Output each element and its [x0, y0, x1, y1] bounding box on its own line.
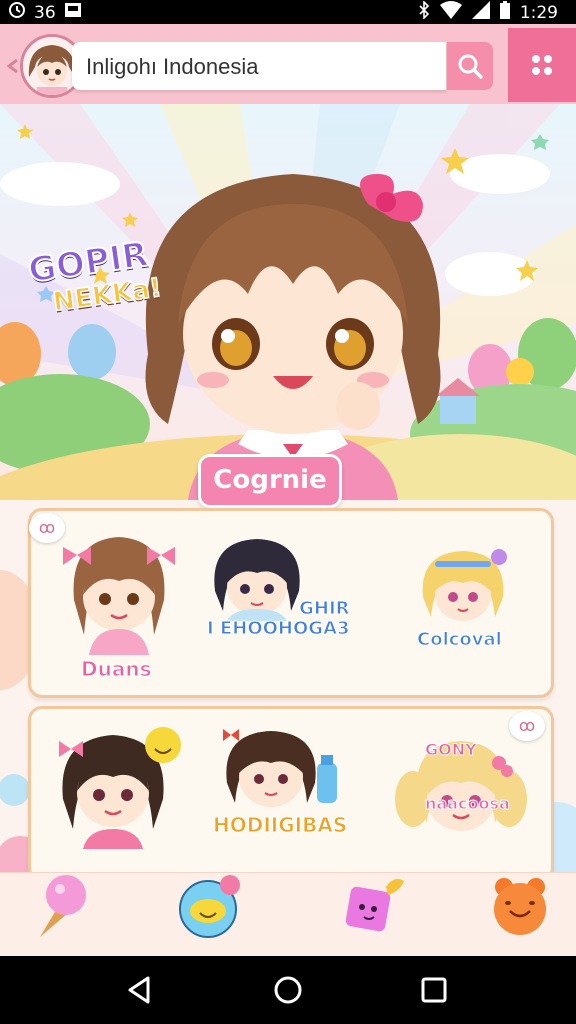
search-input[interactable]: Inligohı Indonesia [72, 42, 446, 90]
search-icon [458, 54, 483, 79]
sticker-girl-pink-bows-image [63, 537, 175, 655]
back-icon[interactable] [124, 974, 156, 1006]
sticker-pack-card[interactable]: ꝏ HODIIGIBAS GONY naacoosa [28, 706, 554, 882]
back-arrow-icon[interactable] [6, 58, 20, 77]
wifi-icon [439, 1, 462, 24]
hero-banner[interactable]: GOPIR NEKKa! [0, 104, 576, 500]
bluetooth-icon [418, 0, 430, 24]
sticker-1[interactable]: Duans [59, 525, 179, 682]
nav-ice-cream[interactable] [28, 873, 94, 943]
search-button[interactable] [447, 42, 493, 90]
bottom-nav [0, 872, 576, 957]
sticker-4[interactable] [53, 719, 183, 853]
alarm-icon [8, 1, 26, 24]
sticker-3-label: Colcoval [417, 629, 503, 651]
chat-bubble-icon [179, 875, 240, 938]
mascot-girl-image [145, 174, 441, 500]
sticker-girl-emoji-image [59, 727, 181, 849]
home-icon[interactable] [272, 974, 304, 1006]
sticker-girl-blonde-image [422, 549, 507, 621]
nav-bubble[interactable] [176, 873, 246, 943]
nav-candy[interactable] [340, 873, 410, 943]
battery-icon [499, 1, 510, 24]
signal-icon [471, 1, 490, 24]
sticker-3[interactable]: Colcoval [413, 547, 513, 651]
candy-icon [345, 879, 404, 932]
recents-icon[interactable] [418, 974, 450, 1006]
menu-grid-button[interactable] [508, 28, 576, 102]
sticker-pack-card[interactable]: ꝏ Duans GHIR I EHOOHOGA3 Colcoval [28, 508, 554, 698]
notification-icon [64, 2, 82, 23]
search-input-value: Inligohı Indonesia [86, 54, 259, 79]
nav-bear[interactable] [490, 873, 560, 943]
sticker-5[interactable]: HODIIGIBAS [212, 723, 348, 838]
status-left-value: 36 [34, 2, 56, 23]
ice-cream-icon [40, 875, 86, 937]
sticker-1-label: Duans [80, 657, 152, 682]
system-nav-bar [0, 956, 576, 1024]
sticker-girl-bottle-image [223, 729, 337, 807]
sticker-2-label: GHIR I EHOOHOGA3 [207, 598, 351, 639]
bear-icon [494, 878, 546, 935]
sticker-6[interactable]: GONY naacoosa [391, 719, 531, 853]
status-bar: 36 1:29 [0, 0, 576, 24]
grid-icon [532, 55, 552, 75]
sticker-6-label: GONY naacoosa [425, 740, 511, 814]
status-time: 1:29 [519, 2, 558, 23]
sticker-5-label: HODIIGIBAS [212, 813, 348, 838]
sticker-2[interactable]: GHIR I EHOOHOGA3 [207, 531, 350, 639]
hero-badge-label: Cogrnie [213, 465, 327, 495]
